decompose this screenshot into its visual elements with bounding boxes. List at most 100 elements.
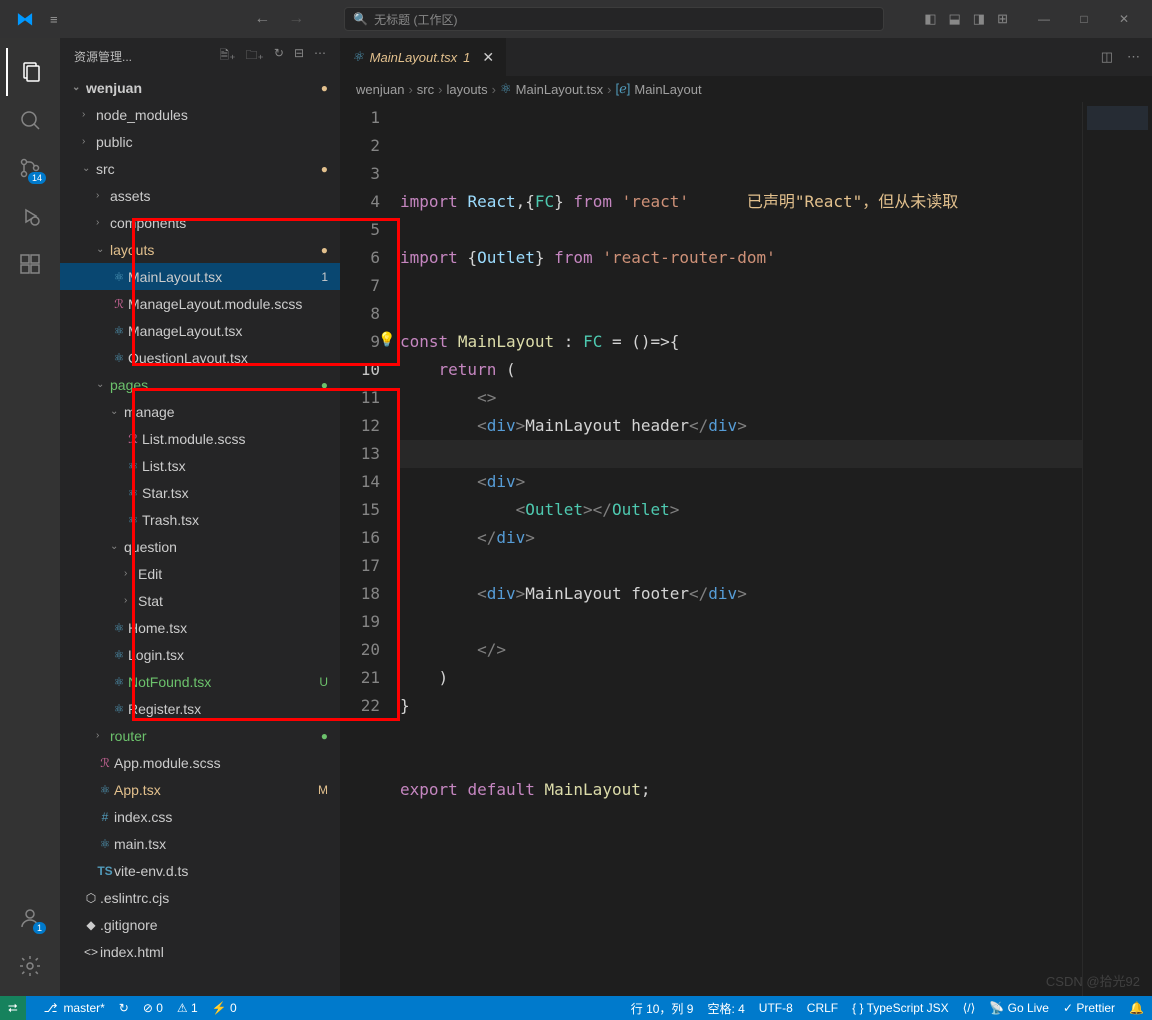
tree-item-label: ManageLayout.tsx xyxy=(128,323,340,339)
folder-edit[interactable]: ›Edit xyxy=(60,560,340,587)
activity-search[interactable] xyxy=(6,96,54,144)
file--gitignore[interactable]: ◆.gitignore xyxy=(60,911,340,938)
tree-item-label: index.html xyxy=(100,944,340,960)
chevron-down-icon: ⌄ xyxy=(72,82,86,93)
hamburger-icon[interactable]: ≡ xyxy=(42,8,66,31)
file-questionlayout-tsx[interactable]: ⚛QuestionLayout.tsx xyxy=(60,344,340,371)
status-port[interactable]: ⚡ 0 xyxy=(212,1001,237,1015)
status-prettier[interactable]: ✓ Prettier xyxy=(1063,1001,1115,1015)
folder-router[interactable]: ›router● xyxy=(60,722,340,749)
new-folder-icon[interactable]: 🗀₊ xyxy=(246,46,264,67)
file-tree[interactable]: ⌄ wenjuan ● ›node_modules›public⌄src●›as… xyxy=(60,74,340,996)
collapse-icon[interactable]: ⊟ xyxy=(294,46,304,67)
split-editor-icon[interactable]: ◫ xyxy=(1101,49,1113,65)
status-bell-icon[interactable]: 🔔 xyxy=(1129,1001,1144,1015)
window-maximize-icon[interactable]: □ xyxy=(1064,12,1104,26)
folder-question[interactable]: ⌄question xyxy=(60,533,340,560)
minimap[interactable] xyxy=(1082,102,1152,996)
layout-panel-right-icon[interactable]: ◨ xyxy=(973,11,985,27)
folder-components[interactable]: ›components xyxy=(60,209,340,236)
accounts-badge: 1 xyxy=(33,922,46,934)
window-minimize-icon[interactable]: — xyxy=(1024,12,1064,26)
tree-badge: ● xyxy=(321,378,328,392)
layout-panel-bottom-icon[interactable]: ⬓ xyxy=(949,11,961,27)
status-spaces[interactable]: 空格: 4 xyxy=(707,1000,744,1017)
status-eol[interactable]: CRLF xyxy=(807,1001,838,1015)
tab-mainlayout[interactable]: ⚛ MainLayout.tsx 1 ✕ xyxy=(340,38,507,76)
file-vite-env-d-ts[interactable]: TSvite-env.d.ts xyxy=(60,857,340,884)
file-index-css[interactable]: #index.css xyxy=(60,803,340,830)
file-login-tsx[interactable]: ⚛Login.tsx xyxy=(60,641,340,668)
tree-badge: M xyxy=(318,783,328,797)
activity-explorer[interactable] xyxy=(6,48,54,96)
activity-settings[interactable] xyxy=(6,942,54,990)
folder-manage[interactable]: ⌄manage xyxy=(60,398,340,425)
file-icon: ⚛ xyxy=(124,486,142,500)
file-managelayout-module-scss[interactable]: ℛManageLayout.module.scss xyxy=(60,290,340,317)
remote-button[interactable]: ⮂ xyxy=(0,996,26,1020)
more-icon[interactable]: ⋯ xyxy=(314,46,326,67)
file--eslintrc-cjs[interactable]: ⬡.eslintrc.cjs xyxy=(60,884,340,911)
status-bar: ⮂ ⎇ master* ↻ ⊘ 0 ⚠ 1 ⚡ 0 行 10，列 9 空格: 4… xyxy=(0,996,1152,1020)
status-prettier-toggle[interactable]: ⟨/⟩ xyxy=(963,1001,976,1015)
more-actions-icon[interactable]: ⋯ xyxy=(1127,49,1140,65)
close-icon[interactable]: ✕ xyxy=(482,49,494,66)
file-main-tsx[interactable]: ⚛main.tsx xyxy=(60,830,340,857)
file-notfound-tsx[interactable]: ⚛NotFound.tsxU xyxy=(60,668,340,695)
file-trash-tsx[interactable]: ⚛Trash.tsx xyxy=(60,506,340,533)
file-mainlayout-tsx[interactable]: ⚛MainLayout.tsx1 xyxy=(60,263,340,290)
breadcrumb[interactable]: wenjuan› src› layouts› ⚛ MainLayout.tsx›… xyxy=(340,76,1152,102)
file-icon: # xyxy=(96,810,114,824)
file-app-module-scss[interactable]: ℛApp.module.scss xyxy=(60,749,340,776)
window-close-icon[interactable]: ✕ xyxy=(1104,12,1144,26)
file-star-tsx[interactable]: ⚛Star.tsx xyxy=(60,479,340,506)
file-icon: ⚛ xyxy=(110,270,128,284)
layout-customize-icon[interactable]: ⊞ xyxy=(997,11,1008,27)
refresh-icon[interactable]: ↻ xyxy=(274,46,284,67)
lightbulb-icon[interactable]: 💡 xyxy=(378,326,395,354)
activity-accounts[interactable]: 1 xyxy=(6,894,54,942)
file-managelayout-tsx[interactable]: ⚛ManageLayout.tsx xyxy=(60,317,340,344)
file-list-module-scss[interactable]: ℛList.module.scss xyxy=(60,425,340,452)
status-sync[interactable]: ↻ xyxy=(119,1001,129,1015)
file-list-tsx[interactable]: ⚛List.tsx xyxy=(60,452,340,479)
line-numbers: 12345678910111213141516171819202122 xyxy=(340,102,400,996)
folder-public[interactable]: ›public xyxy=(60,128,340,155)
tree-item-label: App.tsx xyxy=(114,782,340,798)
command-center[interactable]: 🔍 无标题 (工作区) xyxy=(344,7,884,31)
status-line-col[interactable]: 行 10，列 9 xyxy=(631,1000,694,1017)
activity-extensions[interactable] xyxy=(6,240,54,288)
tree-badge: ● xyxy=(321,162,328,176)
folder-layouts[interactable]: ⌄layouts● xyxy=(60,236,340,263)
new-file-icon[interactable]: 🗎₊ xyxy=(220,46,236,67)
folder-pages[interactable]: ⌄pages● xyxy=(60,371,340,398)
folder-assets[interactable]: ›assets xyxy=(60,182,340,209)
file-register-tsx[interactable]: ⚛Register.tsx xyxy=(60,695,340,722)
activity-debug[interactable] xyxy=(6,192,54,240)
file-index-html[interactable]: <>index.html xyxy=(60,938,340,965)
tree-item-label: vite-env.d.ts xyxy=(114,863,340,879)
status-lang[interactable]: { } TypeScript JSX xyxy=(852,1001,949,1015)
activity-scm[interactable]: 14 xyxy=(6,144,54,192)
code-content[interactable]: 💡 import React,{FC} from 'react' 已声明"Rea… xyxy=(400,102,1082,996)
status-encoding[interactable]: UTF-8 xyxy=(759,1001,793,1015)
code-editor[interactable]: 12345678910111213141516171819202122 💡 im… xyxy=(340,102,1152,996)
layout-panel-left-icon[interactable]: ◧ xyxy=(924,11,936,27)
tree-item-label: router xyxy=(110,728,340,744)
nav-back-icon[interactable]: ← xyxy=(254,10,270,28)
nav-forward-icon[interactable]: → xyxy=(288,10,304,28)
status-golive[interactable]: 📡 Go Live xyxy=(989,1001,1049,1015)
status-errors[interactable]: ⊘ 0 xyxy=(143,1001,163,1015)
folder-node-modules[interactable]: ›node_modules xyxy=(60,101,340,128)
tree-item-label: pages xyxy=(110,377,340,393)
folder-stat[interactable]: ›Stat xyxy=(60,587,340,614)
chevron-right-icon: › xyxy=(96,730,110,741)
status-warnings[interactable]: ⚠ 1 xyxy=(177,1001,198,1015)
file-home-tsx[interactable]: ⚛Home.tsx xyxy=(60,614,340,641)
folder-root[interactable]: ⌄ wenjuan ● xyxy=(60,74,340,101)
file-app-tsx[interactable]: ⚛App.tsxM xyxy=(60,776,340,803)
status-branch[interactable]: ⎇ master* xyxy=(44,1001,105,1015)
tree-item-label: main.tsx xyxy=(114,836,340,852)
file-icon: <> xyxy=(82,945,100,959)
folder-src[interactable]: ⌄src● xyxy=(60,155,340,182)
